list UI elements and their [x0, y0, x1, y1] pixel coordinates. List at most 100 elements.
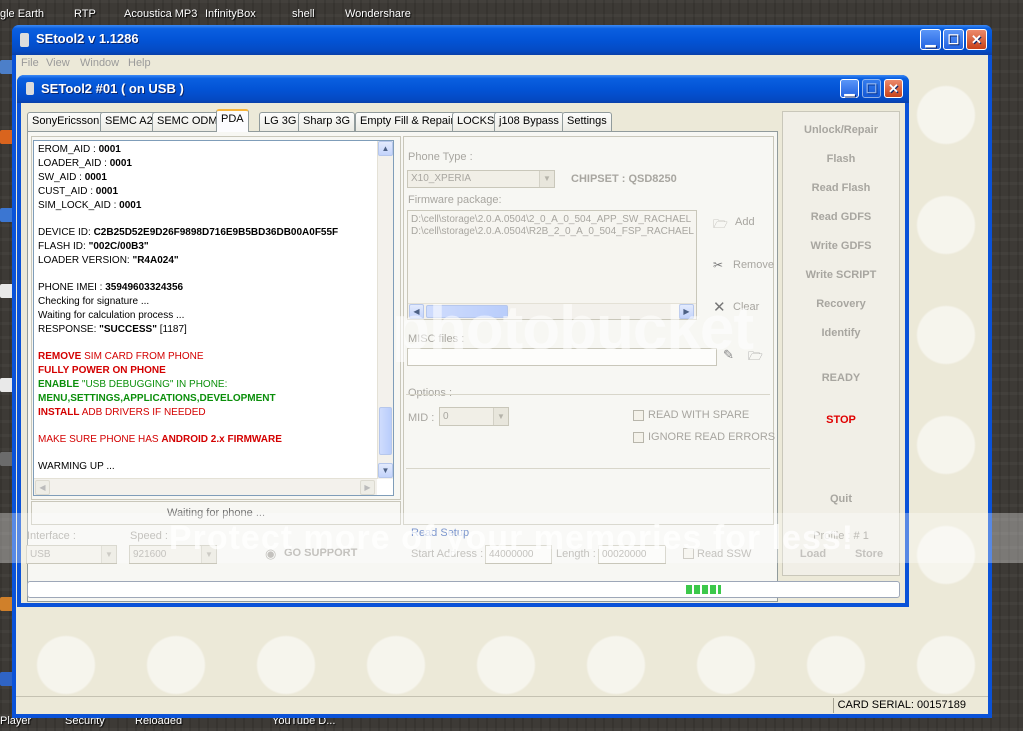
read-with-spare-label: READ WITH SPARE [648, 409, 750, 421]
clear-button[interactable]: ✕ Clear [713, 299, 759, 318]
pen-icon[interactable]: ✎ [723, 347, 734, 363]
scroll-left-button[interactable]: ◀ [35, 480, 50, 495]
scroll-right-button[interactable]: ▶ [679, 304, 694, 319]
read-gdfs-button[interactable]: Read GDFS [783, 211, 899, 223]
firmware-file[interactable]: D:\cell\storage\2.0.A.0504\2_0_A_0_504_A… [411, 214, 696, 225]
tab-sharp-3g[interactable]: Sharp 3G [298, 112, 356, 131]
minimize-button[interactable]: ▁ [920, 29, 941, 50]
close-button[interactable]: ✕ [966, 29, 987, 50]
inner-titlebar[interactable]: SETool2 #01 ( on USB ) ▁ ☐ ✕ [17, 75, 909, 103]
tab-lg-3g[interactable]: LG 3G [259, 112, 302, 131]
log-line: PHONE IMEI : 35949603324356 [38, 282, 184, 293]
stop-button[interactable]: STOP [783, 414, 899, 426]
phone-type-select[interactable]: X10_XPERIA ▼ [407, 170, 555, 188]
minimize-icon: ▁ [844, 80, 855, 96]
quit-button[interactable]: Quit [783, 493, 899, 505]
chevron-down-icon: ▼ [539, 171, 554, 187]
read-ssw-checkbox[interactable] [683, 548, 694, 559]
tab-semc-a2[interactable]: SEMC A2 [100, 112, 158, 131]
scroll-down-button[interactable]: ▼ [378, 463, 393, 478]
desktop-icon-wondershare[interactable]: Wondershare [345, 8, 411, 20]
log-line: REMOVE SIM CARD FROM PHONE [38, 351, 204, 362]
add-button[interactable]: 🗁 Add [713, 215, 755, 236]
desktop-icon-infinitybox[interactable]: InfinityBox [205, 8, 256, 20]
menu-file[interactable]: File [21, 57, 39, 69]
desktop-icon-google-earth[interactable]: gle Earth [0, 8, 44, 20]
log-horizontal-scrollbar[interactable]: ◀ ▶ [34, 478, 377, 495]
length-input[interactable]: 00020000 [598, 545, 666, 564]
go-support-label: GO SUPPORT [284, 547, 358, 559]
log-line: INSTALL ADB DRIVERS IF NEEDED [38, 407, 206, 418]
status-separator [833, 698, 834, 713]
folder-icon: 🗁 [713, 217, 728, 231]
interface-label: Interface : [27, 530, 76, 542]
firmware-list[interactable]: D:\cell\storage\2.0.A.0504\2_0_A_0_504_A… [407, 210, 697, 320]
menu-window[interactable]: Window [80, 57, 119, 69]
tab-j108-bypass[interactable]: j108 Bypass [494, 112, 564, 131]
firmware-hscrollbar[interactable]: ◀ ▶ [408, 303, 696, 319]
identify-button[interactable]: Identify [783, 327, 899, 339]
firmware-label: Firmware package: [408, 194, 502, 206]
scroll-left-button[interactable]: ◀ [409, 304, 424, 319]
inner-minimize-button[interactable]: ▁ [840, 79, 859, 98]
tab-pda[interactable]: PDA [216, 109, 249, 132]
action-panel: Unlock/Repair Flash Read Flash Read GDFS… [782, 111, 900, 576]
speed-select[interactable]: 921600 ▼ [129, 545, 217, 564]
ignore-read-errors-label: IGNORE READ ERRORS [648, 431, 776, 443]
interface-select[interactable]: USB ▼ [26, 545, 117, 564]
tab-sonyericsson[interactable]: SonyEricsson [27, 112, 105, 131]
remove-label: Remove [733, 259, 774, 271]
tab-locks[interactable]: LOCKS [452, 112, 500, 131]
store-button[interactable]: Store [847, 548, 891, 560]
mid-select[interactable]: 0 ▼ [439, 407, 509, 426]
tab-empty-fill-repair[interactable]: Empty Fill & Repair [355, 112, 460, 131]
desktop-icon-rtp[interactable]: RTP [74, 8, 96, 20]
log-vscroll-thumb[interactable] [379, 407, 392, 455]
firmware-hscroll-thumb[interactable] [426, 305, 508, 318]
start-address-input[interactable]: 44000000 [485, 545, 552, 564]
chevron-down-icon: ▼ [493, 408, 508, 425]
menu-view[interactable]: View [46, 57, 70, 69]
recovery-button[interactable]: Recovery [783, 298, 899, 310]
remove-button[interactable]: ✂ Remove [713, 258, 774, 272]
chevron-down-icon: ▼ [201, 546, 216, 563]
maximize-button[interactable]: ☐ [943, 29, 964, 50]
misc-files-label: MISC files : [408, 333, 465, 345]
go-support-button[interactable]: ◉ GO SUPPORT [265, 546, 357, 562]
menu-help[interactable]: Help [128, 57, 151, 69]
log-line: MAKE SURE PHONE HAS ANDROID 2.x FIRMWARE [38, 434, 282, 445]
unlock-repair-button[interactable]: Unlock/Repair [783, 124, 899, 136]
log-line: LOADER_AID : 0001 [38, 158, 132, 169]
ignore-read-errors-checkbox[interactable] [633, 432, 644, 443]
log-line: FLASH ID: "002C/00B3" [38, 241, 149, 252]
outer-window-title: SEtool2 v 1.1286 [36, 31, 139, 46]
log-line: Waiting for calculation process ... [38, 310, 185, 321]
load-button[interactable]: Load [793, 548, 833, 560]
tab-semc-odm[interactable]: SEMC ODM [152, 112, 223, 131]
chevron-right-icon: ▶ [364, 483, 371, 492]
card-serial: CARD SERIAL: 00157189 [837, 699, 966, 711]
desktop-icon-acoustica[interactable]: Acoustica MP3 [124, 8, 197, 20]
outer-titlebar[interactable]: SEtool2 v 1.1286 ▁ ☐ ✕ [12, 25, 992, 55]
read-flash-button[interactable]: Read Flash [783, 182, 899, 194]
firmware-file[interactable]: D:\cell\storage\2.0.A.0504\R2B_2_0_A_0_5… [411, 226, 696, 237]
log-vertical-scrollbar[interactable]: ▲ ▼ [377, 141, 393, 479]
log-line: SW_AID : 0001 [38, 172, 107, 183]
open-folder-icon[interactable]: 🗁 [748, 347, 763, 368]
misc-files-input[interactable] [407, 348, 717, 366]
log-line: CUST_AID : 0001 [38, 186, 119, 197]
scroll-up-button[interactable]: ▲ [378, 141, 393, 156]
read-with-spare-checkbox[interactable] [633, 410, 644, 421]
write-gdfs-button[interactable]: Write GDFS [783, 240, 899, 252]
desktop-icon-shell[interactable]: shell [292, 8, 315, 20]
scroll-right-button[interactable]: ▶ [360, 480, 375, 495]
log-output[interactable]: EROM_AID : 0001 LOADER_AID : 0001 SW_AID… [33, 140, 394, 496]
tab-settings[interactable]: Settings [562, 112, 612, 131]
log-line: ENABLE "USB DEBUGGING" IN PHONE: [38, 379, 228, 390]
inner-close-button[interactable]: ✕ [884, 79, 903, 98]
flash-button[interactable]: Flash [783, 153, 899, 165]
write-script-button[interactable]: Write SCRIPT [783, 269, 899, 281]
speed-value: 921600 [133, 549, 167, 560]
status-bar: CARD SERIAL: 00157189 [16, 696, 988, 714]
log-line: EROM_AID : 0001 [38, 144, 121, 155]
